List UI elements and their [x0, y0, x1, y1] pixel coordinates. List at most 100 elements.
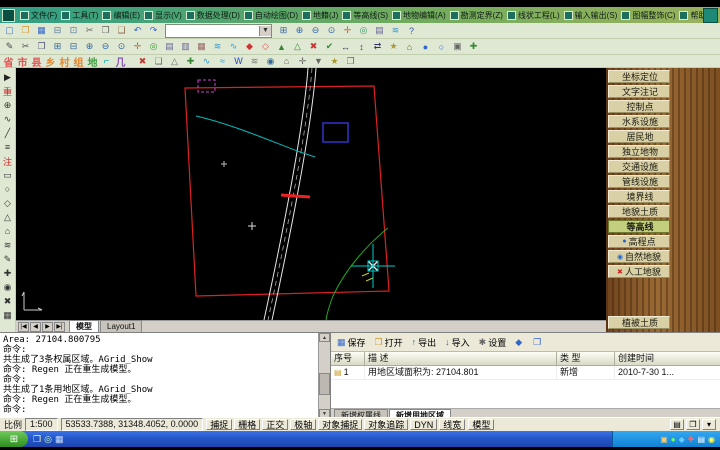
- wave-icon[interactable]: ≋: [1, 238, 15, 252]
- sidebar-item-control-point[interactable]: 控制点: [608, 100, 670, 113]
- sidebar-item-vegetation-soil[interactable]: 植被土质: [608, 316, 670, 329]
- block-icon[interactable]: ▣: [450, 40, 465, 53]
- copy-icon[interactable]: ❐: [343, 55, 358, 68]
- paste-icon[interactable]: ❑: [114, 24, 129, 37]
- open-button[interactable]: ❒ 打开: [372, 336, 406, 349]
- command-window[interactable]: Area: 27104.800795 命令: 共生成了3条权属区域。AGrid_Sh…: [0, 332, 330, 417]
- sidebar-item-boundary-line[interactable]: 境界线: [608, 190, 670, 203]
- tray-layout-icon[interactable]: ▤: [670, 419, 684, 430]
- sidebar-item-natural-landform[interactable]: ◉ 自然地貌: [608, 250, 670, 263]
- model-space-toggle[interactable]: 模型: [468, 419, 495, 430]
- menu-item[interactable]: 工具(T): [59, 10, 100, 21]
- sidebar-item-residential[interactable]: 居民地: [608, 130, 670, 143]
- export-button[interactable]: ↑ 导出: [409, 336, 440, 349]
- circle-icon[interactable]: ○: [1, 182, 15, 196]
- erase-icon[interactable]: ✖: [306, 40, 321, 53]
- column-header[interactable]: 序号: [331, 352, 365, 365]
- column-header[interactable]: 描 述: [365, 352, 557, 365]
- spline-icon[interactable]: ∿: [226, 40, 241, 53]
- line-icon[interactable]: ╱: [1, 126, 15, 140]
- undo-icon[interactable]: ↶: [130, 24, 145, 37]
- new-file-icon[interactable]: ▢: [2, 24, 17, 37]
- corner-button[interactable]: ⌐: [100, 55, 113, 67]
- toggle-grid[interactable]: 栅格: [234, 419, 261, 430]
- tab-model[interactable]: 模型: [69, 320, 99, 332]
- target-icon[interactable]: ◉: [263, 55, 278, 68]
- settings-button[interactable]: ✱ 设置: [476, 336, 510, 349]
- multiline-icon[interactable]: ≋: [247, 55, 262, 68]
- toggle-osnap[interactable]: 对象捕捉: [318, 419, 363, 430]
- tray-clock-icon[interactable]: ◉: [708, 435, 715, 444]
- zoom-prev-icon[interactable]: ⊟: [66, 40, 81, 53]
- ji-button[interactable]: 几: [114, 55, 127, 69]
- layer-combo[interactable]: ▼: [165, 23, 272, 38]
- triangle-icon[interactable]: △: [1, 210, 15, 224]
- zoom-window-icon[interactable]: ⊞: [276, 24, 291, 37]
- hatch-icon[interactable]: ▦: [194, 40, 209, 53]
- list-button[interactable]: ❐: [530, 336, 546, 349]
- scroll-thumb[interactable]: [319, 373, 330, 395]
- add-icon[interactable]: ✚: [183, 55, 198, 68]
- tray-copy-icon[interactable]: ❐: [686, 419, 700, 430]
- sidebar-item-traffic-facility[interactable]: 交通设施: [608, 160, 670, 173]
- confirm-icon[interactable]: ✔: [322, 40, 337, 53]
- prev-tab-icon[interactable]: ◀: [30, 321, 41, 332]
- regen-icon[interactable]: ◎: [356, 24, 371, 37]
- last-tab-icon[interactable]: ▶|: [54, 321, 65, 332]
- annotate-icon[interactable]: 注: [1, 154, 15, 168]
- zoom-extents-icon[interactable]: ⊙: [324, 24, 339, 37]
- next-tab-icon[interactable]: ▶: [42, 321, 53, 332]
- star-icon[interactable]: ★: [327, 55, 342, 68]
- menu-item[interactable]: 勘测定界(Z): [448, 10, 505, 21]
- sidebar-item-coord-locate[interactable]: 坐标定位: [608, 70, 670, 83]
- first-tab-icon[interactable]: |◀: [18, 321, 29, 332]
- column-header[interactable]: 创建时间: [615, 352, 709, 365]
- sidebar-item-contour-line[interactable]: 等高线: [608, 220, 670, 233]
- word-icon[interactable]: W: [231, 55, 246, 68]
- toggle-polar[interactable]: 极轴: [290, 419, 317, 430]
- print-icon[interactable]: ⊟: [50, 24, 65, 37]
- zoom-in-icon[interactable]: ⊕: [82, 40, 97, 53]
- city-button[interactable]: 市: [16, 55, 29, 69]
- parallel-icon[interactable]: ≡: [1, 140, 15, 154]
- redo-icon[interactable]: ↷: [146, 24, 161, 37]
- toggle-snap[interactable]: 捕捉: [206, 419, 233, 430]
- triangle-icon[interactable]: △: [167, 55, 182, 68]
- rect-icon[interactable]: ❏: [151, 55, 166, 68]
- help-icon[interactable]: ?: [404, 24, 419, 37]
- zoom-out-icon[interactable]: ⊖: [308, 24, 323, 37]
- circle-icon[interactable]: ●: [418, 40, 433, 53]
- save-button[interactable]: ▦ 保存: [334, 336, 369, 349]
- diamond-icon[interactable]: ◇: [1, 196, 15, 210]
- cut-icon[interactable]: ✂: [82, 24, 97, 37]
- tray-menu-icon[interactable]: ▾: [702, 419, 716, 430]
- scale-value[interactable]: 1:500: [25, 418, 58, 431]
- menu-item[interactable]: 线状工程(L): [505, 10, 562, 21]
- menu-item[interactable]: 显示(V): [142, 10, 184, 21]
- county-button[interactable]: 县: [30, 55, 43, 69]
- toggle-lineweight[interactable]: 线宽: [439, 419, 466, 430]
- point-icon[interactable]: ◉: [1, 280, 15, 294]
- triangle-net-icon[interactable]: ▲: [274, 40, 289, 53]
- wave-icon[interactable]: ≈: [215, 55, 230, 68]
- township-button[interactable]: 乡: [44, 55, 57, 69]
- sidebar-item-text-annotation[interactable]: 文字注记: [608, 85, 670, 98]
- erase-icon[interactable]: ✖: [1, 294, 15, 308]
- chevron-down-icon[interactable]: ▼: [259, 25, 271, 36]
- sidebar-item-water-facility[interactable]: 水系设施: [608, 115, 670, 128]
- zoom-in-icon[interactable]: ⊕: [292, 24, 307, 37]
- zoom-extents-icon[interactable]: ⊙: [114, 40, 129, 53]
- start-button[interactable]: ⊞: [0, 431, 28, 447]
- hatch-icon[interactable]: ▦: [1, 308, 15, 322]
- tray-msg-icon[interactable]: ▤: [697, 435, 705, 444]
- zoom-out-icon[interactable]: ⊖: [98, 40, 113, 53]
- layers-icon[interactable]: ▤: [162, 40, 177, 53]
- menu-item[interactable]: 数据处理(D): [184, 10, 242, 21]
- menu-item[interactable]: 编辑(E): [100, 10, 142, 21]
- group-button[interactable]: 组: [72, 55, 85, 69]
- menu-item[interactable]: 图幅整饰(C): [619, 10, 677, 21]
- table-row[interactable]: ▤ 1 用地区域面积为: 27104.801 新增 2010-7-30 1...: [331, 366, 720, 380]
- tray-volume-icon[interactable]: ▣: [660, 435, 668, 444]
- save-icon[interactable]: ▦: [34, 24, 49, 37]
- pan-icon[interactable]: ✛: [130, 40, 145, 53]
